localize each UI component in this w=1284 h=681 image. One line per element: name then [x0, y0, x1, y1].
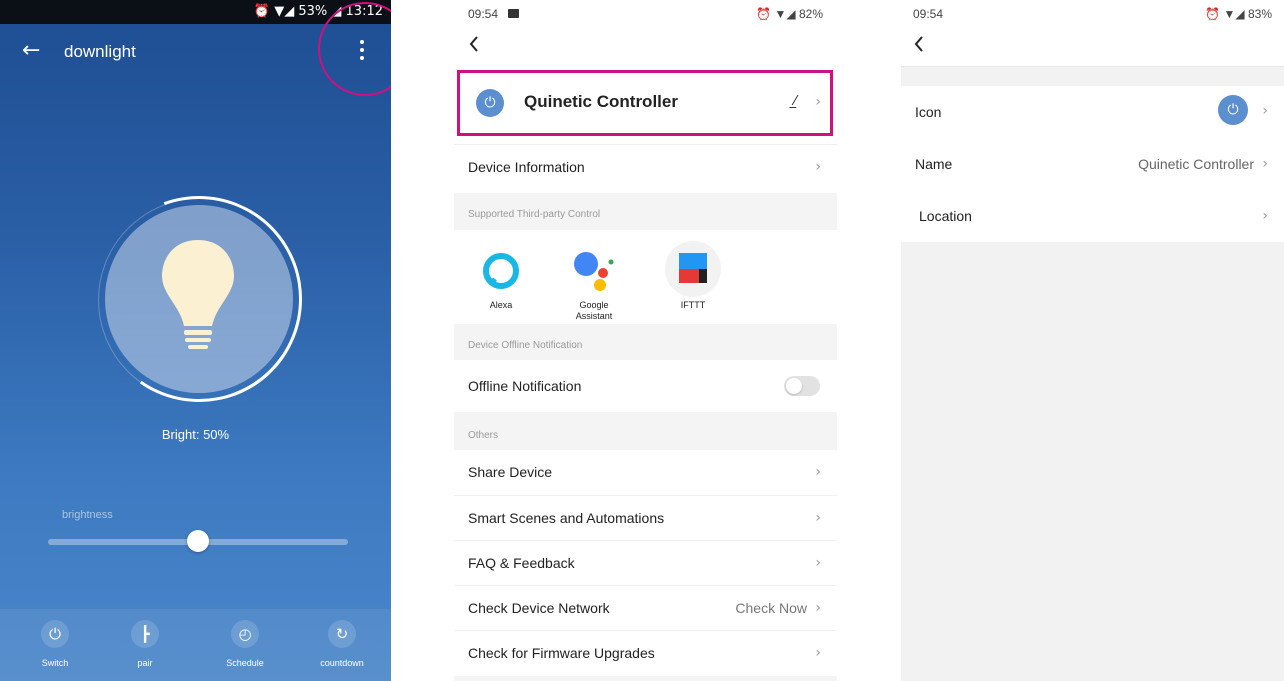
alexa-icon[interactable]	[481, 251, 521, 291]
switch-button[interactable]: ⏻ Switch	[25, 620, 85, 668]
light-control-screen: ⏰ ▼◢ 53% ◢ 13:12 ← downlight Bright: 50%…	[0, 0, 391, 681]
pair-icon: ┣	[131, 620, 159, 648]
name-label: Name	[915, 156, 953, 172]
chevron-right-icon: ›	[815, 159, 821, 175]
schedule-button[interactable]: ◴ Schedule	[215, 620, 275, 668]
countdown-label: countdown	[320, 658, 364, 668]
back-chevron-icon[interactable]	[468, 34, 480, 54]
status-right: ⏰ ▼◢ 83%	[1205, 7, 1272, 21]
ifttt-label: IFTTT	[680, 300, 706, 310]
check-firmware-label: Check for Firmware Upgrades	[468, 645, 655, 661]
pair-button[interactable]: ┣ pair	[115, 620, 175, 668]
device-power-icon: ⏻	[1218, 95, 1248, 125]
schedule-label: Schedule	[226, 658, 264, 668]
ifttt-icon[interactable]	[665, 241, 721, 297]
offline-notification-toggle[interactable]	[784, 376, 820, 396]
chevron-right-icon: ›	[815, 555, 821, 571]
countdown-icon: ↻	[328, 620, 356, 648]
google-assistant-label: Google Assistant	[575, 300, 613, 321]
switch-label: Switch	[41, 658, 69, 668]
device-edit-screen: 09:54 ⏰ ▼◢ 83% Icon ⏻ › Name Quinetic Co…	[901, 0, 1284, 681]
power-icon: ⏻	[41, 620, 69, 648]
chevron-right-icon: ›	[815, 464, 821, 480]
check-network-label: Check Device Network	[468, 600, 610, 616]
chevron-right-icon: ›	[815, 600, 821, 616]
highlight-box	[457, 70, 833, 136]
chevron-right-icon: ›	[1262, 103, 1268, 119]
chevron-right-icon: ›	[815, 645, 821, 661]
section-others: Others	[468, 430, 499, 441]
section-offline: Device Offline Notification	[468, 340, 583, 351]
brightness-readout: Bright: 50%	[161, 427, 230, 442]
clock-icon: ◴	[231, 620, 259, 648]
google-assistant-icon[interactable]	[569, 248, 619, 298]
faq-label: FAQ & Feedback	[468, 555, 575, 571]
countdown-button[interactable]: ↻ countdown	[312, 620, 372, 668]
device-information-label: Device Information	[468, 159, 585, 175]
lightbulb-icon	[162, 240, 234, 349]
icon-label: Icon	[915, 104, 942, 120]
pair-label: pair	[137, 658, 153, 668]
chevron-right-icon: ›	[1262, 208, 1268, 224]
status-right: ⏰ ▼◢ 82%	[756, 7, 823, 21]
brightness-label: brightness	[62, 509, 113, 521]
back-chevron-icon[interactable]	[913, 34, 925, 54]
status-time: 09:54	[468, 7, 499, 21]
brightness-slider-knob[interactable]	[187, 530, 209, 552]
offline-notification-label: Offline Notification	[468, 378, 582, 394]
device-title: downlight	[64, 42, 136, 61]
alexa-label: Alexa	[489, 300, 513, 310]
location-label: Location	[919, 208, 972, 224]
back-arrow-icon[interactable]: ←	[22, 38, 40, 63]
share-device-label: Share Device	[468, 464, 553, 480]
name-value: Quinetic Controller	[1138, 156, 1254, 172]
smart-scenes-label: Smart Scenes and Automations	[468, 510, 665, 526]
status-time: 09:54	[913, 7, 944, 21]
chevron-right-icon: ›	[1262, 156, 1268, 172]
section-third-party: Supported Third-party Control	[468, 209, 601, 220]
chevron-right-icon: ›	[815, 510, 821, 526]
check-now-text[interactable]: Check Now	[735, 600, 807, 616]
device-settings-screen: 09:54 ⏰ ▼◢ 82% ⏻ Quinetic Controller ⁄̲ …	[454, 0, 837, 681]
image-notification-icon	[508, 9, 519, 18]
